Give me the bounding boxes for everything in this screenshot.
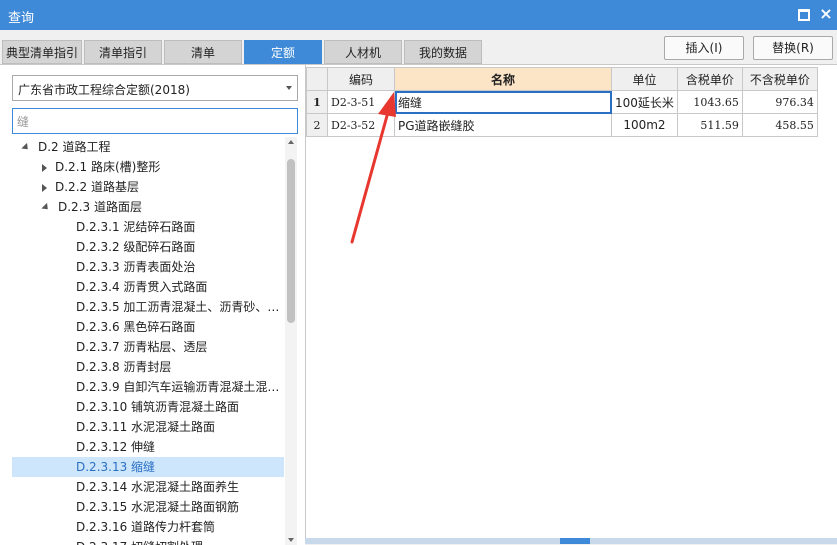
tree-item[interactable]: D.2.3.9 自卸汽车运输沥青混凝土混… xyxy=(12,377,284,397)
col-name[interactable]: 名称 xyxy=(394,67,612,91)
tree-item[interactable]: D.2 道路工程 xyxy=(12,137,284,157)
scroll-down-icon[interactable] xyxy=(288,538,294,542)
table-row[interactable]: 2 D2-3-52 PG道路嵌缝胶 100m2 511.59 458.55 xyxy=(306,113,818,137)
quota-tree: D.2 道路工程 D.2.1 路床(槽)整形 D.2.2 道路基层 D.2.3 道路面… xyxy=(0,137,285,545)
tab-typical-bill-guide[interactable]: 典型清单指引 xyxy=(2,40,82,64)
cell-unit[interactable]: 100m2 xyxy=(611,113,678,137)
tab-bill[interactable]: 清单 xyxy=(164,40,242,64)
tab-quota[interactable]: 定额 xyxy=(244,40,322,64)
panel-splitter[interactable] xyxy=(305,538,837,544)
tree-item-label: D.2.3.15 水泥混凝土路面钢筋 xyxy=(76,500,240,514)
tree-item-label: D.2 道路工程 xyxy=(38,140,111,154)
splitter-grip-icon[interactable] xyxy=(560,538,590,544)
tree-item[interactable]: D.2.3.2 级配碎石路面 xyxy=(12,237,284,257)
scroll-thumb[interactable] xyxy=(287,159,295,323)
expand-toggle-icon[interactable] xyxy=(41,202,51,213)
tree-item[interactable]: D.2.2 道路基层 xyxy=(12,177,284,197)
cell-name[interactable]: 缩缝 xyxy=(394,90,612,114)
tree-item[interactable]: D.2.3 道路面层 xyxy=(12,197,284,217)
cell-code[interactable]: D2-3-52 xyxy=(327,113,395,137)
col-tax-price[interactable]: 含税单价 xyxy=(676,67,743,91)
cell-notax-price[interactable]: 976.34 xyxy=(741,90,818,114)
close-icon[interactable]: × xyxy=(818,6,834,22)
tab-bill-guide[interactable]: 清单指引 xyxy=(84,40,162,64)
col-rownum xyxy=(306,67,328,91)
cell-tax-price[interactable]: 511.59 xyxy=(676,113,743,137)
tree-item-label: D.2.3.10 铺筑沥青混凝土路面 xyxy=(76,400,240,414)
window-title: 查询 xyxy=(8,11,35,26)
tree-item[interactable]: D.2.3.8 沥青封层 xyxy=(12,357,284,377)
tree-item[interactable]: D.2.3.7 沥青粘层、透层 xyxy=(12,337,284,357)
tree-item-label: D.2.3.11 水泥混凝土路面 xyxy=(76,420,216,434)
tree-item-label: D.2.3.4 沥青贯入式路面 xyxy=(76,280,208,294)
tree-item-label: D.2.3.6 黑色碎石路面 xyxy=(76,320,196,334)
tree-item-label: D.2.3 道路面层 xyxy=(58,200,142,214)
tree-item-label: D.2.3.5 加工沥青混凝土、沥青砂、… xyxy=(76,300,280,314)
tree-item[interactable]: D.2.3.16 道路传力杆套筒 xyxy=(12,517,284,537)
tree-item[interactable]: D.2.3.13 缩缝 xyxy=(12,457,284,477)
insert-button[interactable]: 插入(I) xyxy=(664,36,744,60)
replace-button[interactable]: 替换(R) xyxy=(753,36,833,60)
cell-tax-price[interactable]: 1043.65 xyxy=(676,90,743,114)
tree-item-label: D.2.1 路床(槽)整形 xyxy=(55,160,161,174)
tree-item-label: D.2.3.3 沥青表面处治 xyxy=(76,260,196,274)
tree-item-label: D.2.3.9 自卸汽车运输沥青混凝土混… xyxy=(76,380,280,394)
tree-item[interactable]: D.2.3.1 泥结碎石路面 xyxy=(12,217,284,237)
tree-item[interactable]: D.2.3.4 沥青贯入式路面 xyxy=(12,277,284,297)
collapse-toggle-icon[interactable] xyxy=(42,183,47,192)
cell-notax-price[interactable]: 458.55 xyxy=(741,113,818,137)
tree-item-label: D.2.2 道路基层 xyxy=(55,180,139,194)
tree-item-label: D.2.3.8 沥青封层 xyxy=(76,360,172,374)
tree-item[interactable]: D.2.3.12 伸缝 xyxy=(12,437,284,457)
title-bar: 查询 × xyxy=(0,0,837,30)
tree-item-label: D.2.3.1 泥结碎石路面 xyxy=(76,220,196,234)
row-number: 1 xyxy=(306,90,328,114)
tree-scrollbar[interactable] xyxy=(285,137,297,545)
left-panel: 广东省市政工程综合定额(2018) D.2 道路工程D.2.1 路床(槽)整形D… xyxy=(0,64,305,545)
tree-item[interactable]: D.2.1 路床(槽)整形 xyxy=(12,157,284,177)
tab-my-data[interactable]: 我的数据 xyxy=(404,40,482,64)
results-panel: 编码 名称 单位 含税单价 不含税单价 1 D2-3-51 缩缝 100延长米 … xyxy=(305,64,837,544)
collapse-toggle-icon[interactable] xyxy=(42,163,47,172)
tree-item-label: D.2.3.16 道路传力杆套筒 xyxy=(76,520,216,534)
quota-library-select[interactable]: 广东省市政工程综合定额(2018) xyxy=(12,75,298,101)
tree-item-label: D.2.3.17 切缝切割处理 xyxy=(76,540,203,545)
results-table: 编码 名称 单位 含税单价 不含税单价 1 D2-3-51 缩缝 100延长米 … xyxy=(306,67,818,137)
tree-item[interactable]: D.2.3.5 加工沥青混凝土、沥青砂、… xyxy=(12,297,284,317)
table-header-row: 编码 名称 单位 含税单价 不含税单价 xyxy=(306,67,818,91)
expand-toggle-icon[interactable] xyxy=(21,142,31,153)
tree-item[interactable]: D.2.3.11 水泥混凝土路面 xyxy=(12,417,284,437)
quota-library-value: 广东省市政工程综合定额(2018) xyxy=(18,83,190,97)
tree-item-label: D.2.3.2 级配碎石路面 xyxy=(76,240,196,254)
col-unit[interactable]: 单位 xyxy=(611,67,678,91)
col-notax-price[interactable]: 不含税单价 xyxy=(741,67,818,91)
tree-item[interactable]: D.2.3.3 沥青表面处治 xyxy=(12,257,284,277)
col-code[interactable]: 编码 xyxy=(327,67,395,91)
scroll-up-icon[interactable] xyxy=(288,140,294,144)
tree-item-label: D.2.3.12 伸缝 xyxy=(76,440,156,454)
chevron-down-icon[interactable] xyxy=(286,86,292,90)
tree-item-label: D.2.3.13 缩缝 xyxy=(76,460,156,474)
tree-item[interactable]: D.2.3.6 黑色碎石路面 xyxy=(12,317,284,337)
cell-code[interactable]: D2-3-51 xyxy=(327,90,395,114)
tree-item[interactable]: D.2.3.15 水泥混凝土路面钢筋 xyxy=(12,497,284,517)
table-row[interactable]: 1 D2-3-51 缩缝 100延长米 1043.65 976.34 xyxy=(306,90,818,114)
search-input[interactable] xyxy=(12,108,298,134)
tab-labor-material-machine[interactable]: 人材机 xyxy=(324,40,402,64)
cell-name[interactable]: PG道路嵌缝胶 xyxy=(394,113,612,137)
tree-item-label: D.2.3.7 沥青粘层、透层 xyxy=(76,340,208,354)
maximize-icon[interactable] xyxy=(795,6,811,22)
tree-item-label: D.2.3.14 水泥混凝土路面养生 xyxy=(76,480,240,494)
cell-unit[interactable]: 100延长米 xyxy=(611,90,678,114)
tree-item[interactable]: D.2.3.14 水泥混凝土路面养生 xyxy=(12,477,284,497)
tree-item[interactable]: D.2.3.10 铺筑沥青混凝土路面 xyxy=(12,397,284,417)
row-number: 2 xyxy=(306,113,328,137)
